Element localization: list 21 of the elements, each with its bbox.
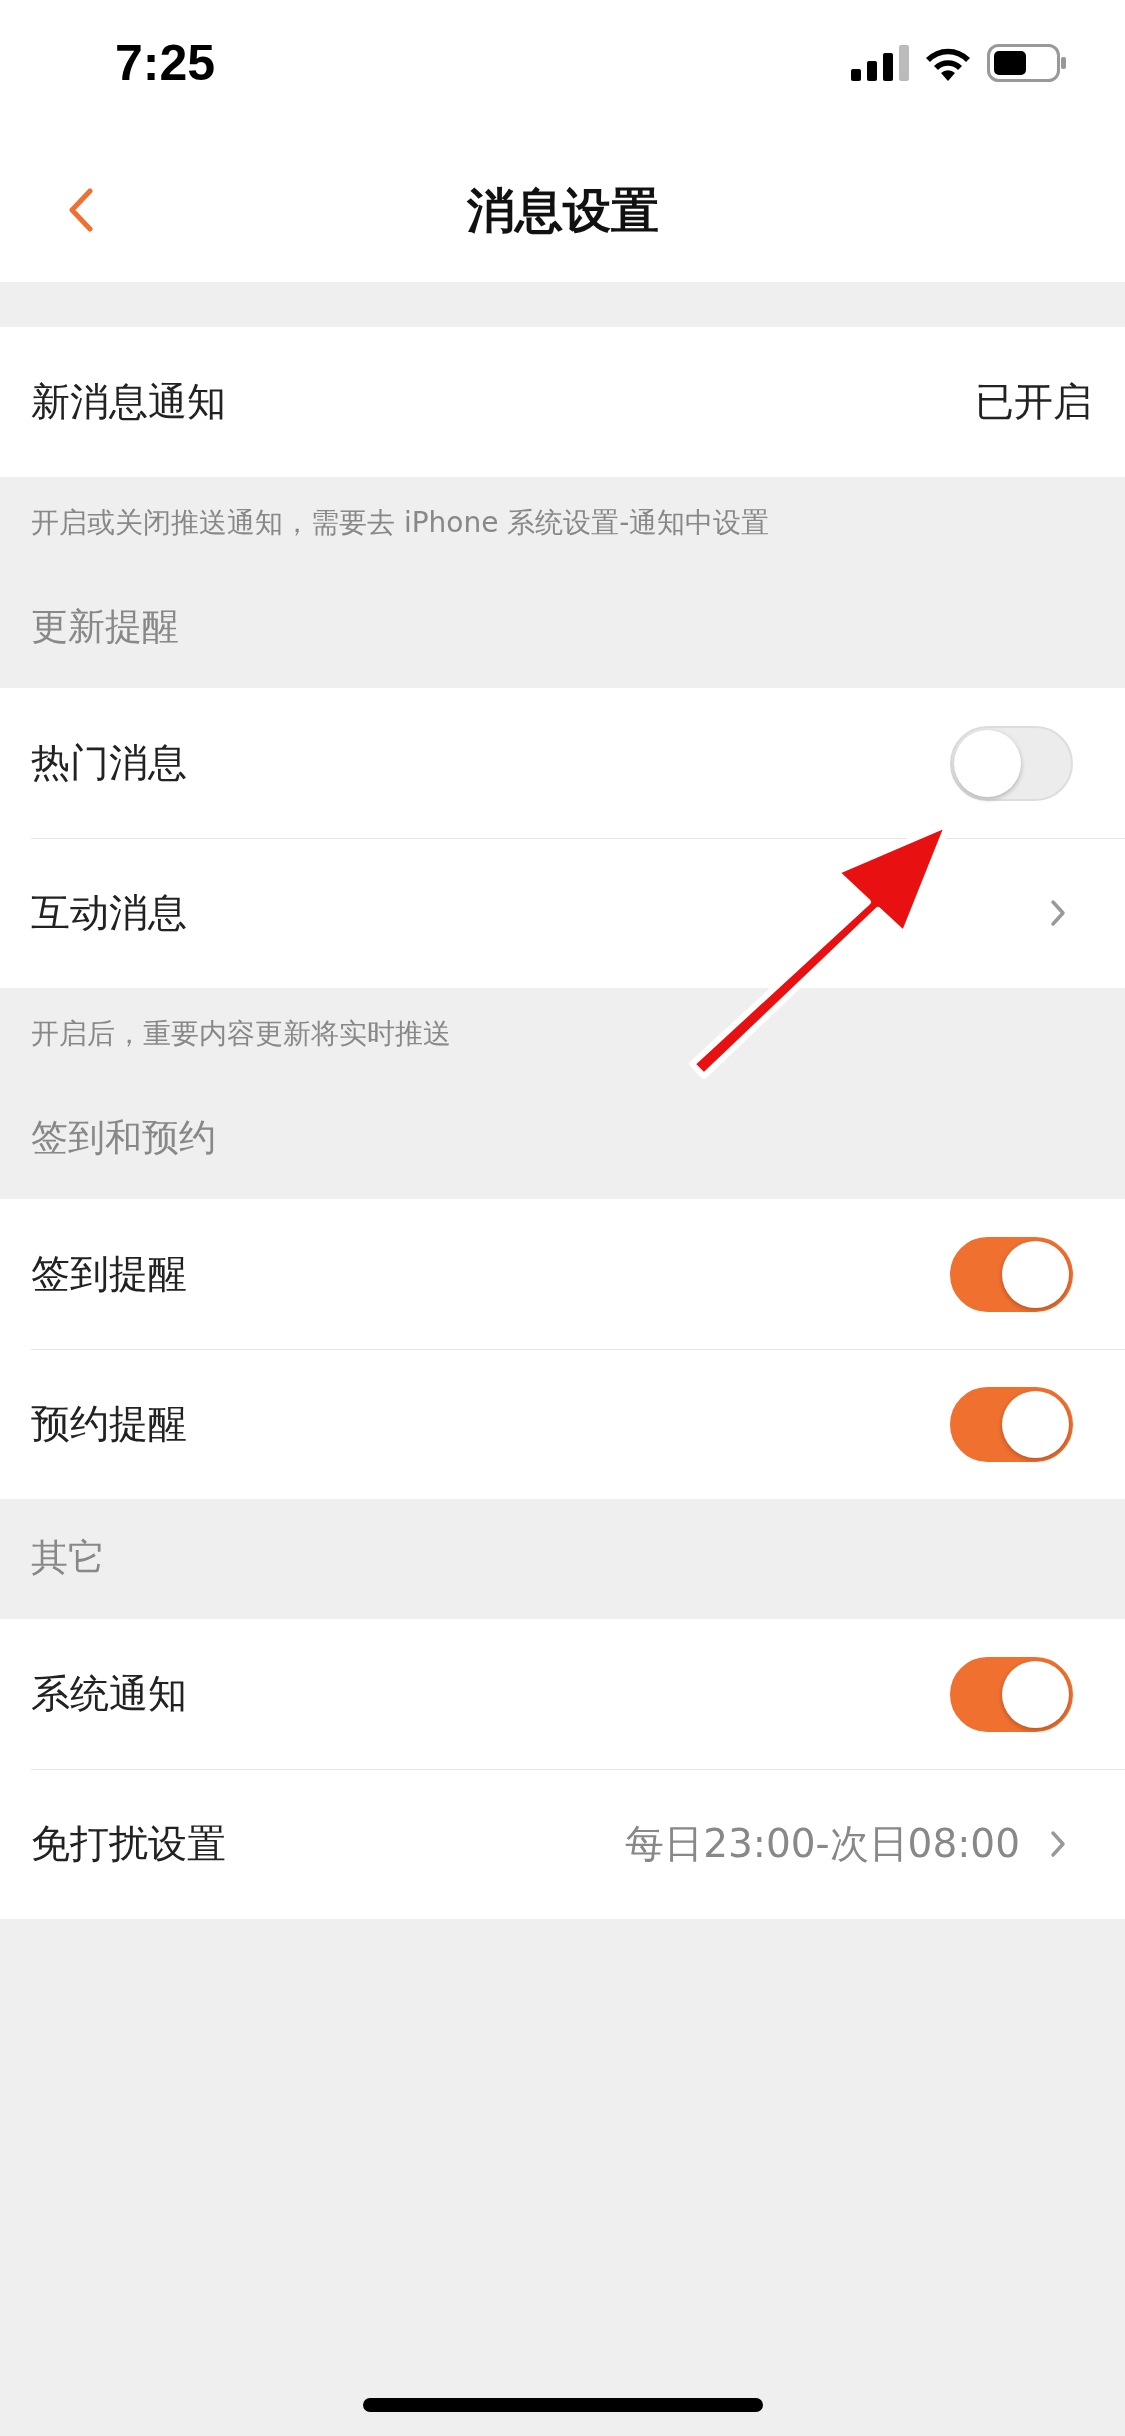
chevron-icon[interactable] <box>1050 1830 1066 1858</box>
battery-icon <box>987 44 1067 82</box>
page-title: 消息设置 <box>466 181 659 240</box>
section-header: 签到和预约 <box>30 1115 217 1161</box>
row-label: 互动消息 <box>31 889 188 937</box>
row-label: 热门消息 <box>31 739 188 787</box>
row-value: 每日23:00-次日08:00 <box>625 1820 1020 1868</box>
row-value: 已开启 <box>975 378 1092 426</box>
status-time: 7:25 <box>115 34 216 92</box>
section-header: 其它 <box>30 1535 106 1581</box>
row-label: 系统通知 <box>31 1670 188 1718</box>
section-header: 更新提醒 <box>30 604 180 650</box>
row-label: 预约提醒 <box>31 1400 188 1448</box>
signal-icon <box>851 45 909 81</box>
row-label: 免打扰设置 <box>31 1820 227 1868</box>
row-label: 新消息通知 <box>31 378 227 426</box>
back-icon[interactable] <box>68 188 94 232</box>
row-label: 签到提醒 <box>31 1250 188 1298</box>
section-footnote: 开启后，重要内容更新将实时推送 <box>30 1016 452 1052</box>
section-footnote: 开启或关闭推送通知，需要去 iPhone 系统设置-通知中设置 <box>30 505 771 541</box>
chevron-icon[interactable] <box>1050 899 1066 927</box>
